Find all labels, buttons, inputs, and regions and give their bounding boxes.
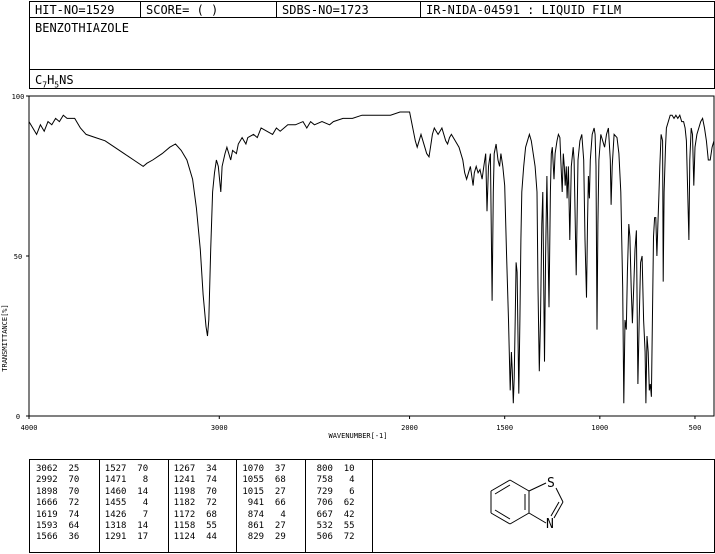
peak-column-divider	[98, 460, 100, 552]
peak-row: 1898 70	[36, 486, 80, 497]
compound-box: BENZOTHIAZOLE C7H5NS	[29, 17, 715, 89]
bond	[494, 484, 511, 495]
formula-rest: NS	[59, 73, 74, 87]
peak-row: 1241 74	[173, 475, 217, 486]
peak-column: 1527 70 1471 8 1460 14 1455 4 1426 7 1318 14 1…	[105, 464, 148, 544]
peak-column-divider	[236, 460, 238, 552]
ir-info: IR-NIDA-04591 : LIQUID FILM	[426, 3, 622, 17]
peak-row: 1015 27	[242, 486, 286, 497]
peak-row: 729 6	[311, 486, 355, 497]
bond	[490, 512, 511, 525]
bond	[550, 501, 560, 517]
peak-row: 1593 64	[36, 521, 80, 532]
x-axis-label: WAVENUMBER[-1]	[328, 432, 387, 440]
peak-row: 1471 8	[104, 475, 149, 486]
y-tick-label: 100	[12, 93, 25, 101]
atom-sulfur: S	[547, 476, 555, 491]
header-bar: HIT-NO=1529 SCORE= ( ) SDBS-NO=1723 IR-N…	[29, 1, 715, 18]
peak-row: 941 66	[242, 498, 286, 509]
bond	[555, 487, 564, 503]
y-tick-label: 50	[14, 253, 22, 261]
peak-row: 532 55	[311, 521, 355, 532]
bond	[494, 509, 511, 520]
peak-column-divider	[167, 460, 169, 552]
peak-row: 667 42	[311, 509, 355, 520]
compound-name: BENZOTHIAZOLE	[35, 21, 129, 35]
peak-row: 1666 72	[36, 498, 80, 509]
peak-table: 3062 25 2992 70 1898 70 1666 72 1619 74 1593 …	[29, 459, 373, 553]
x-tick-label: 3000	[211, 424, 228, 432]
atom-nitrogen: N	[546, 517, 554, 532]
peak-column-divider	[305, 460, 307, 552]
score: SCORE= ( )	[141, 2, 277, 17]
bond	[490, 479, 511, 492]
peak-row: 1070 37	[242, 464, 286, 474]
peak-row: 758 4	[311, 475, 355, 486]
bond	[509, 479, 530, 492]
ir-spectrum-chart: 0 50 100 4000 3000 2000 1500 1000 500 TRANSMITT…	[1, 93, 715, 440]
peak-row: 800 10	[311, 464, 355, 474]
peak-column: 1070 37 1055 68 1015 27 941 66 874 4 861 2…	[242, 464, 285, 544]
peak-row: 1426 7	[104, 509, 149, 520]
spectrum-line	[28, 111, 715, 404]
peak-row: 1291 17	[104, 532, 149, 543]
x-tick-label: 500	[689, 424, 702, 432]
y-axis-label: TRANSMITTANCE[%]	[1, 304, 9, 371]
hit-number: HIT-NO=1529	[30, 2, 141, 17]
peak-row: 1198 70	[173, 486, 217, 497]
bond	[509, 512, 530, 525]
peak-row: 1124 44	[173, 532, 217, 543]
x-tick-label: 2000	[401, 424, 418, 432]
peak-column: 3062 25 2992 70 1898 70 1666 72 1619 74 1593 …	[36, 464, 79, 544]
peak-row: 1055 68	[242, 475, 286, 486]
bond	[528, 512, 547, 524]
structure-box: S N	[372, 459, 715, 553]
peak-row: 861 27	[242, 521, 286, 532]
bond	[528, 482, 547, 492]
formula-divider	[30, 69, 714, 70]
peak-row: 1172 68	[173, 509, 217, 520]
peak-row: 2992 70	[36, 475, 80, 486]
peak-row: 1619 74	[36, 509, 80, 520]
x-tick-label: 1500	[496, 424, 513, 432]
peak-row: 506 72	[311, 532, 355, 543]
x-tick-label: 1000	[591, 424, 608, 432]
peak-column: 1267 34 1241 74 1198 70 1182 72 1172 68 1158 …	[174, 464, 217, 544]
peak-row: 829 29	[242, 532, 286, 543]
peak-row: 1267 34	[173, 464, 217, 474]
peak-row: 1527 70	[104, 464, 149, 474]
peak-row: 1158 55	[173, 521, 217, 532]
peak-row: 706 62	[311, 498, 355, 509]
sdbs-number: SDBS-NO=1723	[277, 2, 421, 17]
peak-row: 1566 36	[36, 532, 80, 543]
benzothiazole-structure: S N	[490, 476, 564, 532]
y-tick-label: 0	[16, 413, 20, 421]
peak-row: 1182 72	[173, 498, 217, 509]
peak-row: 1460 14	[104, 486, 149, 497]
peak-row: 3062 25	[36, 464, 80, 474]
bond	[553, 501, 564, 519]
peak-row: 1455 4	[104, 498, 149, 509]
x-tick-label: 4000	[21, 424, 38, 432]
peak-row: 1318 14	[104, 521, 149, 532]
peak-row: 874 4	[242, 509, 286, 520]
peak-column: 800 10 758 4 729 6 706 62 667 42 532 55 …	[311, 464, 355, 544]
plot-frame	[28, 95, 715, 417]
